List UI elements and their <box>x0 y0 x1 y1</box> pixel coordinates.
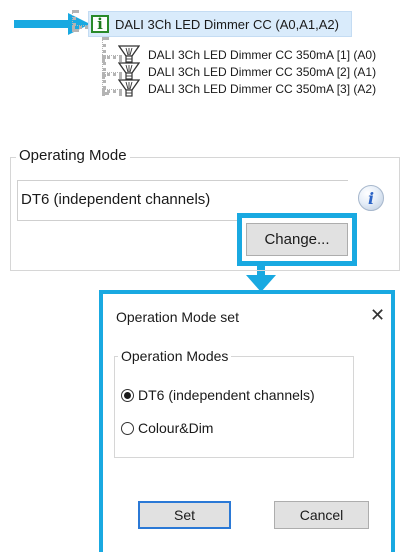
radio-label: Colour&Dim <box>138 420 214 436</box>
radio-label: DT6 (independent channels) <box>138 387 315 403</box>
operation-modes-legend: Operation Modes <box>118 348 232 364</box>
info-green-icon: i <box>91 15 109 33</box>
operating-mode-legend: Operating Mode <box>16 147 130 164</box>
operating-mode-text: DT6 (independent channels) <box>21 191 211 208</box>
info-circle-icon[interactable]: i <box>358 185 384 211</box>
cancel-button[interactable]: Cancel <box>274 501 369 529</box>
pointer-arrow-icon <box>14 13 90 35</box>
radio-button[interactable] <box>121 421 134 435</box>
operation-mode-dialog: Operation Mode set ✕ Operation Modes DT6… <box>99 290 395 552</box>
tree-connector <box>102 37 106 95</box>
tree-child-label: DALI 3Ch LED Dimmer CC 350mA [2] (A1) <box>148 65 377 79</box>
set-button[interactable]: Set <box>138 501 231 529</box>
operation-modes-group <box>114 356 354 458</box>
close-icon[interactable]: ✕ <box>370 306 385 324</box>
tree-root-item[interactable]: i DALI 3Ch LED Dimmer CC (A0,A1,A2) <box>88 11 352 37</box>
lamp-icon <box>118 79 140 97</box>
change-button-highlight: Change... <box>237 213 357 266</box>
radio-button-checked[interactable] <box>121 388 134 402</box>
tree-child-label: DALI 3Ch LED Dimmer CC 350mA [1] (A0) <box>148 48 377 62</box>
tree-root-label: DALI 3Ch LED Dimmer CC (A0,A1,A2) <box>115 16 339 32</box>
tree-child-item[interactable]: DALI 3Ch LED Dimmer CC 350mA [3] (A2) <box>118 78 376 100</box>
dialog-title: Operation Mode set <box>116 309 239 325</box>
change-button[interactable]: Change... <box>246 223 348 256</box>
radio-colour-dim[interactable]: Colour&Dim <box>121 420 213 436</box>
tree-child-label: DALI 3Ch LED Dimmer CC 350mA [3] (A2) <box>148 82 377 96</box>
radio-dt6[interactable]: DT6 (independent channels) <box>121 387 315 403</box>
